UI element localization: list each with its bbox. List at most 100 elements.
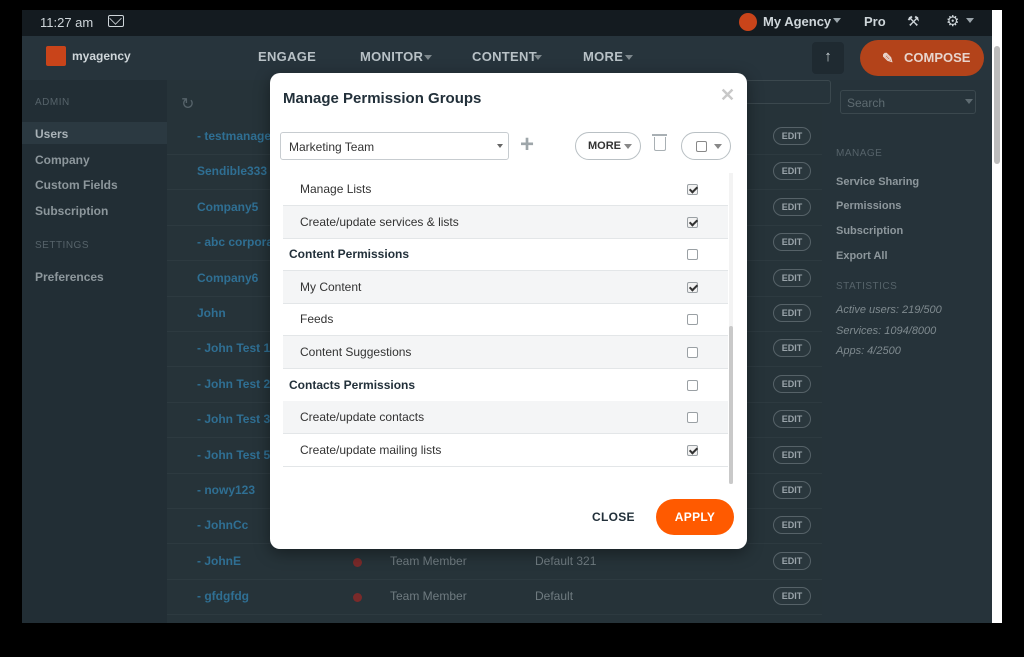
search-placeholder: Search bbox=[847, 96, 886, 110]
table-row[interactable]: - JohnE Team Member Default 321 EDIT bbox=[167, 545, 822, 580]
permission-checkbox[interactable] bbox=[687, 216, 698, 228]
user-name-link[interactable]: - testmanage bbox=[197, 129, 271, 143]
manage-subscription[interactable]: Subscription bbox=[836, 225, 903, 237]
sidebar-item-custom-fields[interactable]: Custom Fields bbox=[35, 178, 118, 192]
close-button[interactable]: CLOSE bbox=[592, 510, 635, 524]
agency-avatar[interactable] bbox=[739, 13, 757, 31]
edit-button[interactable]: EDIT bbox=[773, 551, 811, 570]
permission-checkbox[interactable] bbox=[687, 281, 698, 293]
chevron-down-icon[interactable] bbox=[833, 18, 841, 23]
gear-icon[interactable]: ⚙ bbox=[946, 12, 959, 30]
edit-button[interactable]: EDIT bbox=[773, 304, 811, 322]
edit-button[interactable]: EDIT bbox=[773, 162, 811, 181]
select-all-dropdown[interactable] bbox=[681, 132, 731, 160]
user-name-link[interactable]: John bbox=[197, 306, 226, 320]
manage-permissions[interactable]: Permissions bbox=[836, 200, 901, 212]
user-name-link[interactable]: Sendible333 bbox=[197, 164, 267, 178]
upload-icon[interactable]: ↑ bbox=[812, 42, 844, 74]
agency-switcher[interactable]: My Agency bbox=[763, 14, 831, 29]
edit-button[interactable]: EDIT bbox=[773, 127, 811, 145]
edit-button[interactable]: EDIT bbox=[773, 197, 811, 216]
permission-groups-modal: Manage Permission Groups ✕ Marketing Tea… bbox=[270, 73, 747, 549]
user-team: Default 321 bbox=[535, 553, 597, 568]
user-name-link[interactable]: Company5 bbox=[197, 200, 258, 214]
permission-checkbox[interactable] bbox=[687, 379, 698, 391]
permission-row: Create/update mailing lists bbox=[283, 434, 728, 467]
permission-checkbox[interactable] bbox=[687, 412, 698, 424]
permissions-list: Manage Lists Create/update services & lis… bbox=[283, 173, 728, 483]
manage-service-sharing[interactable]: Service Sharing bbox=[836, 176, 919, 188]
logo[interactable]: myagency bbox=[72, 49, 131, 63]
user-name-link[interactable]: - John Test 5 bbox=[197, 448, 270, 462]
edit-button[interactable]: EDIT bbox=[773, 339, 811, 358]
trash-icon[interactable] bbox=[652, 134, 667, 151]
edit-button[interactable]: EDIT bbox=[773, 233, 811, 252]
plan-badge[interactable]: Pro bbox=[864, 14, 886, 29]
permission-checkbox[interactable] bbox=[687, 249, 698, 261]
scrollbar-thumb[interactable] bbox=[994, 46, 1000, 164]
manage-export-all[interactable]: Export All bbox=[836, 250, 888, 262]
filter-input[interactable] bbox=[745, 80, 831, 104]
edit-button[interactable]: EDIT bbox=[773, 374, 811, 393]
user-name-link[interactable]: Company6 bbox=[197, 271, 258, 285]
group-select[interactable]: Marketing Team bbox=[280, 132, 509, 160]
permission-label: My Content bbox=[300, 279, 362, 294]
permission-checkbox[interactable] bbox=[687, 184, 698, 195]
refresh-icon[interactable]: ↻ bbox=[181, 94, 194, 114]
logo-icon[interactable] bbox=[46, 46, 66, 66]
table-row[interactable]: - gfdgfdg Team Member Default EDIT bbox=[167, 580, 822, 616]
user-name-link[interactable]: - John Test 1c bbox=[197, 341, 277, 355]
clock: 11:27 am bbox=[40, 15, 94, 30]
user-name-link[interactable]: - John Test 2 bbox=[197, 377, 270, 391]
permission-checkbox[interactable] bbox=[687, 314, 698, 326]
chevron-down-icon bbox=[625, 55, 633, 60]
chevron-down-icon[interactable] bbox=[966, 18, 974, 23]
edit-button[interactable]: EDIT bbox=[773, 268, 811, 287]
user-name-link[interactable]: - gfdgfdg bbox=[197, 589, 249, 603]
edit-button[interactable]: EDIT bbox=[773, 516, 811, 535]
permission-label: Manage Lists bbox=[300, 182, 372, 196]
edit-button[interactable]: EDIT bbox=[773, 481, 811, 499]
manage-section: MANAGE bbox=[836, 148, 883, 159]
nav-more[interactable]: MORE bbox=[583, 49, 623, 64]
edit-button[interactable]: EDIT bbox=[773, 587, 811, 606]
chevron-down-icon[interactable] bbox=[965, 99, 973, 104]
permission-checkbox[interactable] bbox=[687, 347, 698, 358]
sidebar-item-subscription[interactable]: Subscription bbox=[35, 204, 108, 218]
user-name-link[interactable]: - JohnCc bbox=[197, 518, 248, 532]
permission-row: Content Suggestions bbox=[283, 336, 728, 369]
tools-icon[interactable]: ⚒ bbox=[907, 13, 920, 30]
sidebar-item-preferences[interactable]: Preferences bbox=[35, 270, 104, 284]
compose-button[interactable]: ✎ COMPOSE bbox=[860, 40, 984, 76]
statistics-section: STATISTICS bbox=[836, 281, 898, 292]
chevron-down-icon bbox=[534, 55, 542, 60]
window-scrollbar[interactable] bbox=[992, 10, 1002, 623]
nav-content[interactable]: CONTENT bbox=[472, 49, 537, 64]
nav-monitor[interactable]: MONITOR bbox=[360, 49, 423, 64]
mail-icon[interactable] bbox=[108, 15, 124, 27]
sidebar-item-users[interactable]: Users bbox=[35, 127, 68, 141]
sidebar-item-company[interactable]: Company bbox=[35, 153, 90, 167]
sidebar-section-settings: SETTINGS bbox=[35, 240, 90, 251]
add-group-icon[interactable]: + bbox=[520, 133, 534, 157]
edit-button[interactable]: EDIT bbox=[773, 410, 811, 429]
status-bar: 11:27 am My Agency Pro ⚒ ⚙ bbox=[22, 10, 1002, 36]
user-name-link[interactable]: - JohnE bbox=[197, 554, 241, 568]
permission-checkbox[interactable] bbox=[687, 444, 698, 456]
more-button[interactable]: MORE bbox=[575, 132, 641, 160]
search-input[interactable]: Search bbox=[840, 90, 976, 114]
apply-button[interactable]: APPLY bbox=[656, 499, 734, 535]
right-panel: Search MANAGE Service Sharing Permission… bbox=[822, 80, 1002, 623]
user-name-link[interactable]: - nowy123 bbox=[197, 483, 255, 497]
user-name-link[interactable]: - abc corpora bbox=[197, 235, 273, 249]
chevron-down-icon bbox=[624, 144, 632, 149]
checkbox-icon bbox=[696, 141, 707, 152]
permission-group-row: Content Permissions bbox=[283, 238, 728, 272]
nav-engage[interactable]: ENGAGE bbox=[258, 49, 316, 64]
close-icon[interactable]: ✕ bbox=[720, 85, 735, 106]
permission-row: Manage Lists bbox=[283, 173, 728, 206]
edit-button[interactable]: EDIT bbox=[773, 445, 811, 464]
permission-row: Feeds bbox=[283, 303, 728, 337]
permissions-scrollbar[interactable] bbox=[729, 326, 733, 484]
user-name-link[interactable]: - John Test 3 bbox=[197, 412, 270, 426]
